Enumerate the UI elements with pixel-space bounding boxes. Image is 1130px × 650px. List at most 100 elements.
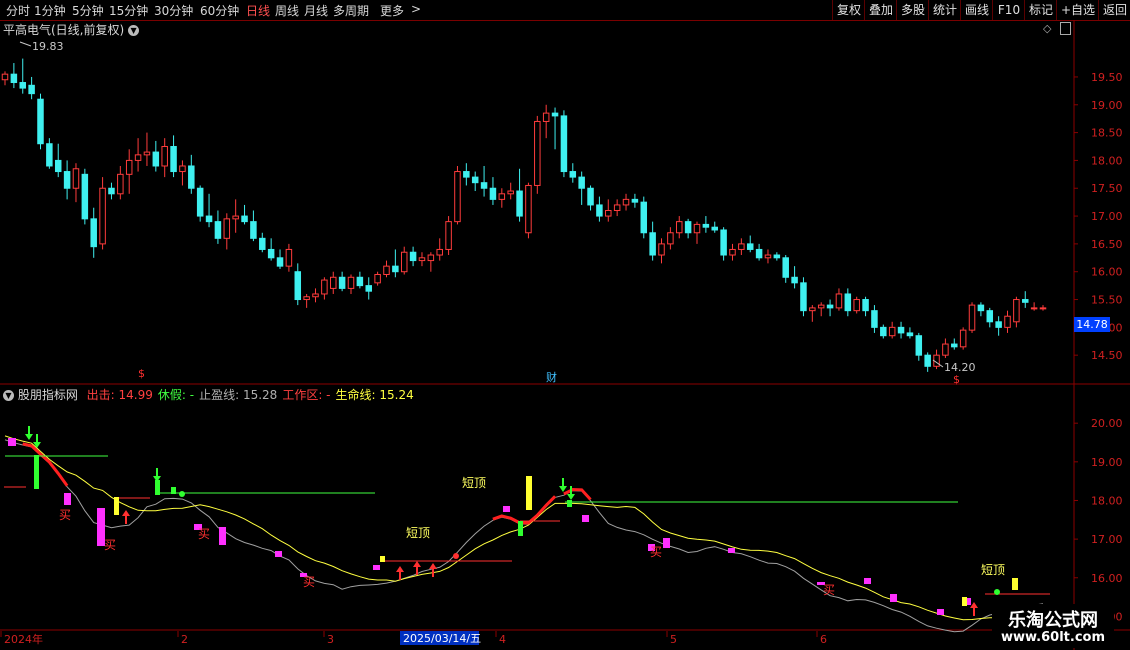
candle-body-13 [117, 173, 124, 195]
candle-body-90 [800, 282, 807, 312]
candle-body-59 [525, 184, 532, 234]
short-top-label-2: 短顶 [981, 563, 1005, 577]
candle-body-53 [471, 176, 479, 184]
candle-body-95 [844, 293, 852, 312]
signal-box-0 [8, 438, 16, 446]
signal-box-15 [890, 594, 897, 602]
signal-box-5 [275, 551, 282, 557]
signal-dot-1 [453, 553, 459, 559]
time-label-1: 2 [181, 633, 188, 646]
candle-body-0 [1, 73, 9, 81]
signal-bar-yellow-4 [380, 556, 385, 562]
time-label-5: 6 [820, 633, 827, 646]
candle-body-43 [383, 265, 390, 275]
candle-body-69 [613, 204, 621, 212]
candle-body-58 [516, 190, 523, 217]
candle-body-99 [880, 326, 887, 337]
main-y-label-1: 19.00 [1091, 99, 1123, 112]
candle-body-64 [569, 171, 577, 178]
candle-body-52 [463, 171, 470, 178]
candle-body-82 [729, 248, 736, 256]
candle-body-15 [134, 154, 142, 161]
candle-body-97 [862, 299, 869, 312]
candle-body-3 [28, 84, 35, 95]
candle-body-103 [915, 335, 923, 356]
watermark-title: 乐淘公式网 [1008, 610, 1098, 631]
candle-body-22 [196, 187, 204, 217]
candle-body-104 [924, 354, 931, 367]
short-top-label-0: 短顶 [462, 476, 486, 490]
candle-body-93 [826, 304, 834, 309]
candle-body-21 [188, 165, 195, 189]
signal-arrow-9 [970, 602, 978, 616]
signal-arrow-0 [25, 426, 33, 440]
signal-bar-green-3 [567, 500, 572, 507]
event-marker-1: 财 [546, 370, 557, 384]
candle-body-114 [1013, 299, 1020, 323]
kline-chart[interactable]: 19.50 19.00 18.50 18.00 17.50 17.00 16.50 16.00… [0, 0, 1130, 650]
event-marker-2: $ [953, 373, 960, 386]
candle-body-80 [711, 226, 718, 231]
buy-label-4: 买 [650, 545, 662, 559]
candle-body-70 [622, 198, 630, 206]
candle-body-109 [968, 304, 976, 331]
signal-arrow-6 [396, 566, 404, 580]
candle-body-27 [241, 215, 248, 223]
candle-body-110 [977, 304, 985, 312]
candle-body-34 [303, 296, 310, 301]
candle-body-18 [161, 146, 168, 167]
candle-body-25 [223, 218, 231, 239]
candle-body-102 [906, 332, 914, 337]
candle-body-38 [338, 276, 346, 289]
event-marker-0: $ [138, 367, 145, 380]
ind-y-label-2: 18.00 [1091, 494, 1123, 507]
signal-bar-green-0 [34, 455, 39, 489]
cursor-date-label: 2025/03/14/五 [403, 632, 481, 645]
candle-body-2 [19, 82, 26, 89]
candle-body-49 [436, 248, 443, 256]
buy-label-5: 买 [823, 583, 835, 597]
signal-bar-green-2 [518, 521, 523, 536]
main-y-label-8: 15.50 [1091, 294, 1123, 307]
candle-body-16 [143, 151, 151, 156]
candle-body-26 [232, 215, 239, 220]
candle-body-62 [551, 112, 559, 117]
candle-body-72 [640, 201, 648, 234]
signal-box-14 [864, 578, 871, 584]
candle-body-37 [330, 276, 337, 289]
candle-body-91 [809, 307, 816, 312]
main-y-label-7: 16.00 [1091, 266, 1123, 279]
candle-body-14 [125, 159, 133, 175]
candle-body-23 [205, 215, 213, 223]
signal-bar-yellow-0 [526, 476, 532, 510]
candle-body-51 [454, 171, 461, 223]
candle-body-10 [90, 218, 97, 248]
candle-body-87 [773, 254, 781, 259]
candle-body-57 [507, 190, 514, 195]
candle-body-33 [294, 271, 302, 301]
candle-body-116 [1030, 307, 1038, 310]
signal-bar-yellow-2 [1012, 578, 1018, 590]
ind-y-label-1: 19.00 [1091, 456, 1123, 469]
signal-box-16 [937, 609, 944, 615]
signal-bar-green-4 [171, 487, 176, 494]
stop-profit-line [4, 439, 1044, 633]
candle-body-60 [534, 120, 541, 186]
signal-bar-green-1 [155, 480, 160, 495]
signal-box-11 [663, 538, 670, 548]
watermark-url: www.60lt.com [1000, 630, 1106, 645]
candle-body-115 [1022, 299, 1029, 303]
time-label-3: 4 [499, 633, 506, 646]
attack-segment-0 [22, 442, 69, 487]
candle-body-78 [693, 223, 701, 234]
candle-body-40 [356, 276, 364, 287]
candle-body-68 [605, 210, 612, 217]
candle-body-100 [888, 326, 896, 337]
candle-body-63 [560, 115, 568, 173]
candle-body-36 [321, 279, 328, 295]
candle-body-54 [480, 182, 488, 189]
signal-arrow-5 [122, 510, 130, 524]
candle-body-12 [108, 187, 115, 195]
candle-body-42 [374, 273, 381, 284]
candle-body-41 [365, 285, 372, 292]
